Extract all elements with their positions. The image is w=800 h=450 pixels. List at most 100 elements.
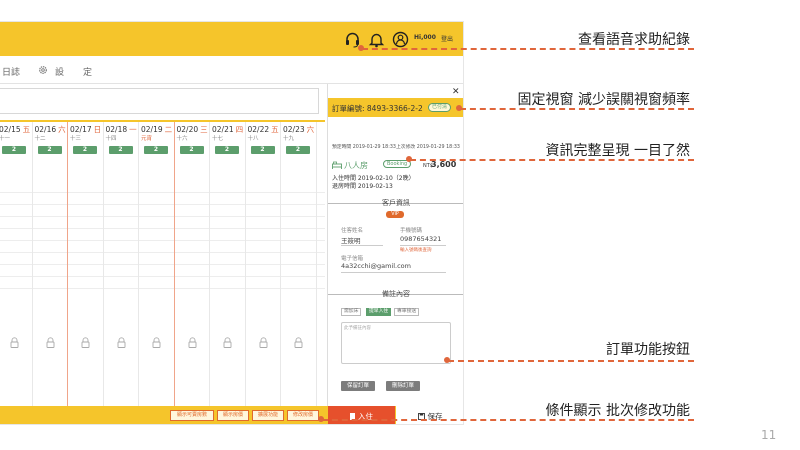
lock-icon[interactable] (152, 337, 161, 348)
annotation-complete-info: 資訊完整呈現 一目了然 (545, 143, 690, 159)
calendar-day-column[interactable]: 02/20 三十六 2 (175, 122, 210, 408)
day-lunar: 十四 (105, 136, 117, 142)
calendar-day-column[interactable]: 02/19 二元宵 2 (139, 122, 175, 408)
page-number: 11 (761, 428, 777, 442)
order-created: 預定時間 2019-01-29 18:33 (332, 145, 396, 150)
extra-bed-tag[interactable]: 需加床 (341, 308, 362, 316)
phone-hint: 輸入號碼後查詢 (400, 248, 432, 253)
delete-order-button[interactable]: 刪除訂單 (386, 381, 420, 391)
available-count-badge[interactable]: 2 (250, 146, 275, 154)
available-count-badge[interactable]: 2 (286, 146, 310, 154)
user-greeting: Hi,000 (414, 34, 436, 41)
logout-link[interactable]: 登出 (441, 34, 453, 43)
calendar-day-column[interactable]: 02/15 五十一 2 (0, 122, 33, 408)
lock-icon[interactable] (10, 337, 19, 348)
order-panel: ✕ 訂單編號: 8493-3366-2-2 已付清 預定時間 2019-01-2… (327, 84, 463, 424)
menu-item-log[interactable]: 日誌 (2, 65, 20, 78)
divider (341, 245, 383, 246)
lock-icon[interactable] (117, 337, 126, 348)
notes-textarea[interactable]: 此予備註內容 (341, 322, 451, 364)
annotation-order-buttons: 訂單功能按鈕 (606, 342, 690, 358)
app-window: Hi,000 登出 上次登入 2019-01-29 18:33 上次登入 201… (0, 22, 463, 424)
annotation-dot (318, 416, 324, 422)
guest-name-field[interactable]: 王筱明 (341, 235, 361, 245)
phone-field[interactable]: 0987654321 (400, 235, 441, 243)
annotation-line (322, 419, 694, 421)
lock-icon[interactable] (294, 337, 303, 348)
annotation-voice-help: 查看語音求助紀錄 (578, 32, 690, 48)
lock-icon[interactable] (223, 337, 232, 348)
available-count-badge[interactable]: 2 (108, 146, 133, 154)
bell-icon[interactable] (368, 31, 385, 48)
calendar-day-column[interactable]: 02/21 四十七 2 (210, 122, 246, 408)
available-count-badge[interactable]: 2 (37, 146, 62, 154)
calendar-day-column[interactable]: 02/23 六十九 2 (281, 122, 317, 408)
gear-icon[interactable] (38, 65, 48, 75)
annotation-dot (456, 105, 462, 111)
calendar-day-column[interactable]: 02/18 一十四 2 (104, 122, 139, 408)
checkin-button[interactable]: 入住 (328, 406, 395, 424)
shuttle-tag[interactable]: 專車接送 (394, 308, 420, 316)
menu-bar: 日誌 設 定 (0, 56, 463, 84)
room-name: 八人房 (344, 161, 368, 170)
top-bar: Hi,000 登出 (0, 22, 463, 56)
show-room-price-button[interactable]: 顯示房價 (217, 410, 249, 421)
lock-icon[interactable] (259, 337, 268, 348)
guest-name-label: 住客姓名 (341, 228, 364, 234)
close-icon[interactable]: ✕ (452, 87, 460, 97)
day-lunar: 十一 (0, 136, 11, 142)
order-header: 訂單編號: 8493-3366-2-2 已付清 (328, 98, 463, 117)
day-lunar: 十二 (34, 136, 46, 142)
show-available-rooms-button[interactable]: 顯示可賣房數 (170, 410, 214, 421)
annotation-line (448, 360, 694, 362)
search-input[interactable] (0, 88, 319, 114)
keep-order-button[interactable]: 保留訂單 (341, 381, 375, 391)
available-count-badge[interactable]: 2 (2, 146, 26, 154)
email-label: 電子信箱 (341, 256, 364, 262)
phone-label: 手機號碼 (400, 228, 423, 234)
booking-calendar: 02/15 五十一 2 02/16 六十二 2 02/17 日十三 2 02/18 一十四 2 02/1… (0, 120, 325, 408)
annotation-line (410, 159, 694, 161)
extended-functions-button[interactable]: 擴展功能 (252, 410, 284, 421)
bed-icon (332, 161, 342, 169)
slide: Hi,000 登出 上次登入 2019-01-29 18:33 上次登入 201… (0, 0, 800, 450)
email-field[interactable]: 4a32cchi@gamil.com (341, 262, 411, 270)
lock-icon[interactable] (188, 337, 197, 348)
divider (341, 272, 446, 273)
available-count-badge[interactable]: 2 (179, 146, 204, 154)
order-modified: 上次修改 2019-01-29 18:33 (396, 145, 460, 150)
divider (400, 245, 446, 246)
lock-icon[interactable] (46, 337, 55, 348)
vip-badge: VIP (386, 211, 404, 218)
calendar-day-column[interactable]: 02/22 五十八 2 (246, 122, 281, 408)
calendar-day-column[interactable]: 02/17 日十三 2 (68, 122, 104, 408)
annotation-dot (358, 45, 364, 51)
annotation-fixed-window: 固定視窗 減少誤關視窗頻率 (517, 92, 690, 108)
notes-placeholder: 此予備註內容 (344, 326, 371, 331)
lock-icon[interactable] (81, 337, 90, 348)
save-button[interactable]: 保存 (396, 406, 463, 424)
early-checkin-tag[interactable]: 提早入住 (366, 308, 392, 316)
calendar-day-column[interactable]: 02/16 六十二 2 (33, 122, 68, 408)
customer-section-title: 客戶資訊 (382, 199, 410, 207)
day-lunar: 十八 (247, 136, 259, 142)
annotation-dot (444, 357, 450, 363)
order-number: 訂單編號: 8493-3366-2-2 (332, 104, 423, 113)
day-lunar: 十六 (176, 136, 188, 142)
available-count-badge[interactable]: 2 (144, 146, 168, 154)
day-lunar: 十七 (212, 136, 224, 142)
notes-section-title: 備註內容 (382, 290, 410, 298)
menu-item-settings-2[interactable]: 定 (83, 65, 92, 78)
user-icon[interactable] (392, 31, 409, 48)
payment-status-badge: 已付清 (428, 103, 452, 112)
annotation-line (460, 108, 694, 110)
available-count-badge[interactable]: 2 (73, 146, 97, 154)
menu-item-settings[interactable]: 設 (55, 65, 64, 78)
day-lunar: 十九 (283, 136, 295, 142)
order-price: 3,600 (431, 160, 457, 169)
edit-price-button[interactable]: 修改房價 (287, 410, 319, 421)
annotation-batch-edit: 條件顯示 批次修改功能 (545, 403, 690, 419)
available-count-badge[interactable]: 2 (215, 146, 239, 154)
checkout-date: 退房時間 2019-02-13 (332, 183, 393, 190)
annotation-dot (406, 156, 412, 162)
